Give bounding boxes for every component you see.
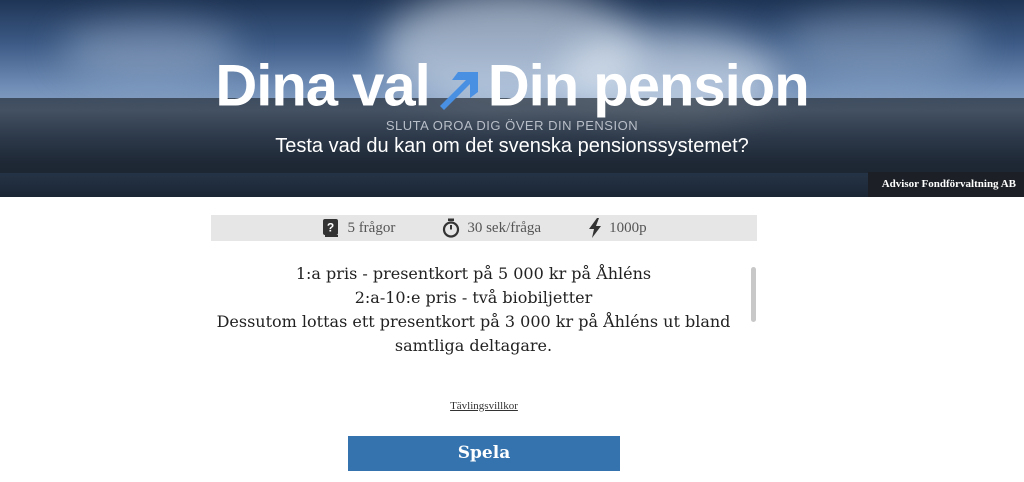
info-points: 1000p — [587, 218, 647, 238]
stopwatch-icon — [441, 218, 461, 238]
question-book-icon: ? — [321, 218, 341, 238]
arrow-up-right-icon — [434, 62, 484, 112]
hero-title: Dina val Din pension — [0, 48, 1024, 122]
prize-scrollbar[interactable] — [751, 267, 756, 322]
info-questions: ? 5 frågor — [321, 218, 395, 238]
prize-description: 1:a pris - presentkort på 5 000 kr på Åh… — [211, 262, 736, 358]
info-time-label: 30 sek/fråga — [467, 219, 542, 236]
info-time: 30 sek/fråga — [441, 218, 541, 238]
quiz-info-bar: ? 5 frågor 30 sek/fråga 1000p — [211, 215, 757, 241]
info-points-label: 1000p — [609, 219, 647, 236]
hero-banner: Dina val Din pension SLUTA OROA DIG ÖVER … — [0, 0, 1024, 197]
info-questions-label: 5 frågor — [347, 219, 396, 236]
lightning-icon — [587, 218, 603, 238]
hero-subtitle: SLUTA OROA DIG ÖVER DIN PENSION — [385, 118, 639, 133]
prize-line-3: Dessutom lottas ett presentkort på 3 000… — [216, 312, 731, 355]
prize-line-2: 2:a-10:e pris - två biobiljetter — [354, 288, 593, 307]
prize-line-1: 1:a pris - presentkort på 5 000 kr på Åh… — [295, 264, 652, 283]
hero-title-part2: Din pension — [487, 53, 810, 119]
svg-text:?: ? — [327, 221, 334, 235]
hero-question: Testa vad du kan om det svenska pensions… — [275, 135, 749, 157]
company-badge: Advisor Fondförvaltning AB — [867, 172, 1024, 197]
hero-title-part1: Dina val — [215, 53, 430, 119]
play-button[interactable]: Spela — [348, 436, 620, 471]
terms-link[interactable]: Tävlingsvillkor — [0, 400, 968, 412]
